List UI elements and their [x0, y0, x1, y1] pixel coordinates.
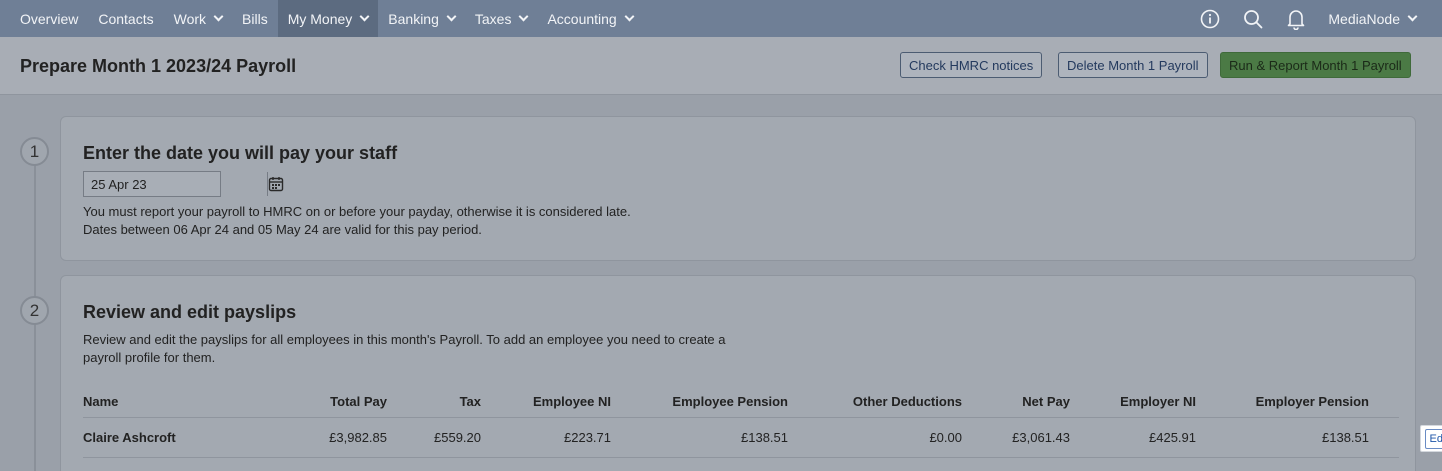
nav-right: MediaNode: [1199, 0, 1442, 37]
employee-ni-value: £223.71: [564, 430, 611, 445]
chevron-down-icon: [446, 11, 457, 22]
step-2-number: 2: [20, 296, 49, 325]
chevron-down-icon: [1407, 11, 1418, 22]
bell-icon[interactable]: [1285, 8, 1307, 30]
edit-payslip-label: Edit Payslip: [1424, 428, 1442, 449]
pay-date-field: [83, 171, 284, 197]
nav-taxes[interactable]: Taxes: [465, 0, 538, 37]
nav-banking-label: Banking: [388, 10, 439, 27]
employee-name: Claire Ashcroft: [83, 430, 176, 445]
nav-bills[interactable]: Bills: [232, 0, 278, 37]
nav-work-label: Work: [173, 10, 207, 27]
step-1-card: Enter the date you will pay your staff Y…: [60, 116, 1416, 261]
pay-date-input[interactable]: [84, 172, 267, 196]
step-1-note-1: You must report your payroll to HMRC on …: [83, 204, 631, 219]
nav-my-money-label: My Money: [287, 10, 353, 27]
total-pay-value: £3,982.85: [329, 430, 387, 445]
calendar-icon[interactable]: [267, 172, 284, 196]
nav-contacts-label: Contacts: [98, 10, 154, 27]
run-report-payroll-button[interactable]: Run & Report Month 1 Payroll: [1220, 52, 1411, 78]
nav-bills-label: Bills: [242, 10, 268, 27]
nav-work[interactable]: Work: [164, 0, 232, 37]
user-menu[interactable]: MediaNode: [1328, 11, 1442, 27]
nav-taxes-label: Taxes: [474, 10, 512, 27]
top-nav: Overview Contacts Work Bills My Money Ba…: [0, 0, 1442, 37]
payslips-table: Name Total Pay Tax Employee NI Employee …: [83, 384, 1442, 458]
col-net-pay: Net Pay: [1022, 394, 1070, 409]
chevron-down-icon: [519, 11, 529, 22]
col-other-deductions: Other Deductions: [852, 394, 962, 409]
step-1-number: 1: [20, 137, 49, 166]
chevron-down-icon: [359, 11, 370, 22]
nav-accounting[interactable]: Accounting: [537, 0, 642, 37]
chevron-down-icon: [624, 11, 635, 22]
step-1-note-2: Dates between 06 Apr 24 and 05 May 24 ar…: [83, 222, 482, 237]
step-1-title: Enter the date you will pay your staff: [83, 143, 398, 163]
chevron-down-icon: [213, 11, 224, 22]
col-employer-pension: Employer Pension: [1255, 394, 1369, 409]
col-employer-ni: Employer NI: [1120, 394, 1196, 409]
nav-overview-label: Overview: [20, 10, 79, 27]
other-deductions-value: £0.00: [929, 430, 962, 445]
col-name: Name: [83, 394, 119, 409]
edit-payslip-button[interactable]: Edit Payslip: [1419, 425, 1442, 452]
page-header: Prepare Month 1 2023/24 Payroll Check HM…: [0, 37, 1442, 95]
page-title: Prepare Month 1 2023/24 Payroll: [20, 56, 297, 76]
col-tax: Tax: [459, 394, 481, 409]
nav-accounting-label: Accounting: [547, 10, 617, 27]
nav-banking[interactable]: Banking: [378, 0, 465, 37]
info-icon[interactable]: [1199, 8, 1221, 30]
employer-pension-value: £138.51: [1322, 430, 1369, 445]
nav-overview[interactable]: Overview: [0, 0, 88, 37]
search-icon[interactable]: [1242, 8, 1264, 30]
employee-pension-value: £138.51: [741, 430, 788, 445]
net-pay-value: £3,061.43: [1012, 430, 1070, 445]
table-row: Claire Ashcroft £3,982.85 £559.20 £223.7…: [83, 418, 1442, 458]
nav-my-money[interactable]: My Money: [277, 0, 379, 37]
step-2-desc-1: Review and edit the payslips for all emp…: [83, 332, 726, 347]
col-employee-pension: Employee Pension: [672, 394, 788, 409]
check-hmrc-notices-button[interactable]: Check HMRC notices: [900, 52, 1043, 78]
step-2-title: Review and edit payslips: [83, 302, 297, 322]
employer-ni-value: £425.91: [1149, 430, 1196, 445]
step-2-card: Review and edit payslips Review and edit…: [60, 275, 1442, 471]
col-total-pay: Total Pay: [330, 394, 387, 409]
step-2-desc-2: payroll profile for them.: [83, 350, 216, 365]
delete-payroll-button[interactable]: Delete Month 1 Payroll: [1058, 52, 1208, 78]
table-header-row: Name Total Pay Tax Employee NI Employee …: [83, 384, 1399, 418]
col-employee-ni: Employee NI: [532, 394, 611, 409]
nav-contacts[interactable]: Contacts: [88, 0, 163, 37]
user-name: MediaNode: [1328, 10, 1400, 27]
tax-value: £559.20: [434, 430, 481, 445]
